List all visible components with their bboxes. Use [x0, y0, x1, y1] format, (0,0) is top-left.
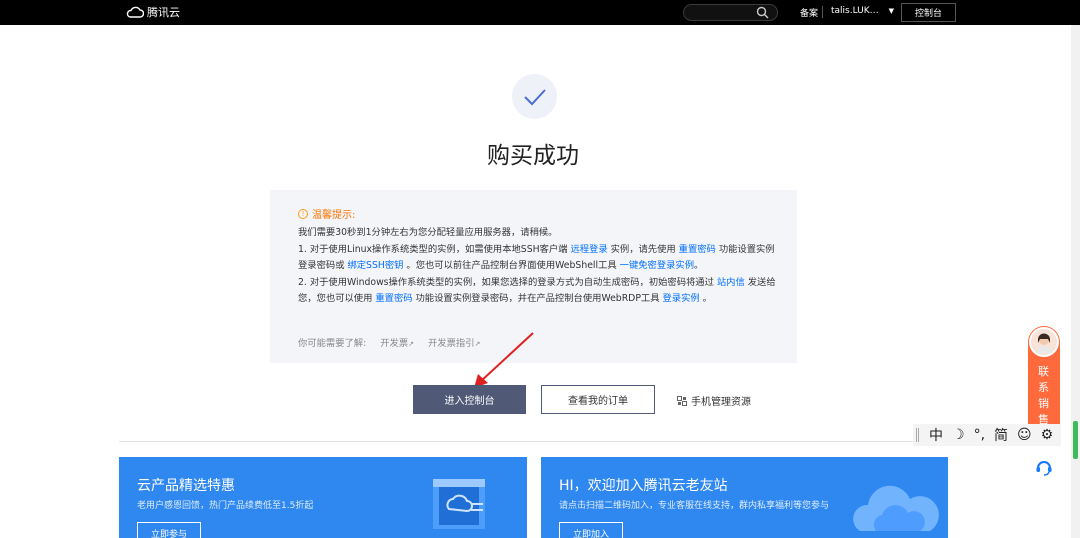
notice-line-1: 我们需要30秒到1分钟左右为您分配轻量应用服务器，请稍候。 [298, 227, 558, 238]
notice-paragraph-1: 1. 对于使用Linux操作系统类型的实例，如需使用本地SSH客户端 远程登录 … [298, 242, 778, 275]
contact-sales-widget[interactable]: 联系销售 [1028, 326, 1060, 426]
banner-title: 云产品精选特惠 [137, 478, 235, 494]
invoice-link-label: 开发票 [380, 338, 409, 349]
enter-console-button[interactable]: 进入控制台 [413, 385, 526, 414]
contact-sales-label: 联系销售 [1038, 365, 1049, 426]
caret-down-icon: ▼ [888, 7, 895, 15]
page-title: 购买成功 [487, 143, 579, 169]
one-click-login-link[interactable]: 一键免密登录实例 [620, 260, 694, 271]
view-orders-button[interactable]: 查看我的订单 [541, 385, 655, 414]
notice-heading-text: 温馨提示: [312, 210, 356, 221]
bind-ssh-key-link[interactable]: 绑定SSH密钥 [347, 260, 403, 271]
section-divider [119, 441, 948, 442]
related-label: 你可能需要了解: [298, 338, 367, 349]
reset-password-link[interactable]: 重置密码 [375, 293, 412, 304]
promo-banner-community[interactable]: HI，欢迎加入腾讯云老友站 请点击扫描二维码加入，专业客服在线支持，群内私享福利… [541, 457, 948, 538]
page-scrollbar[interactable] [1071, 25, 1080, 538]
notice-paragraph-2: 2. 对于使用Windows操作系统类型的实例，如果您选择的登录方式为自动生成密… [298, 275, 778, 308]
brand-name: 腾讯云 [147, 6, 180, 19]
simplified-toggle[interactable]: 简 [994, 425, 1008, 445]
nav-divider [822, 6, 823, 18]
user-name: talis.LUK… [831, 6, 879, 16]
notice-text: 。 [694, 260, 704, 272]
tencent-cloud-logo[interactable]: 腾讯云 [126, 4, 180, 20]
mobile-manage-label: 手机管理资源 [691, 397, 751, 408]
settings-gear-icon[interactable]: ⚙ [1041, 427, 1054, 443]
invoice-link[interactable]: 开发票↗ [380, 335, 414, 349]
join-now-button[interactable]: 立即参与 [137, 522, 201, 538]
server-illustration-icon [433, 479, 485, 529]
emoji-icon[interactable]: ☺ [1017, 427, 1032, 443]
notice-heading: ! 温馨提示: [298, 206, 355, 221]
banner-title: HI，欢迎加入腾讯云老友站 [559, 478, 728, 494]
reset-password-link[interactable]: 重置密码 [679, 244, 716, 255]
warning-icon: ! [298, 208, 308, 219]
ime-mode-chinese[interactable]: 中 [929, 425, 943, 445]
promo-banner-deals[interactable]: 云产品精选特惠 老用户感恩回馈，热门产品续费低至1.5折起 立即参与 [119, 457, 527, 538]
banner-subtitle: 请点击扫描二维码加入，专业客服在线支持，群内私享福利等您参与 [559, 501, 830, 511]
user-menu[interactable]: talis.LUK… ▼ [831, 6, 894, 16]
avatar [1029, 327, 1059, 357]
notice-text: 1. 对于使用Linux操作系统类型的实例，如需使用本地SSH客户端 [298, 243, 571, 255]
site-message-link[interactable]: 站内信 [717, 277, 745, 288]
remote-login-link[interactable]: 远程登录 [570, 244, 607, 255]
search-input[interactable] [683, 4, 778, 21]
top-navbar: 腾讯云 备案 talis.LUK… ▼ 控制台 [0, 0, 1080, 25]
console-button[interactable]: 控制台 [901, 3, 956, 22]
scroll-thumb[interactable] [1073, 421, 1078, 459]
success-check-icon [512, 74, 557, 119]
notice-body: 我们需要30秒到1分钟左右为您分配轻量应用服务器，请稍候。 1. 对于使用Lin… [298, 225, 778, 308]
headset-icon [1036, 461, 1052, 476]
ime-toolbar: 中 ☽ °, 简 ☺ ⚙ [913, 424, 1061, 446]
customer-support-button[interactable] [1028, 451, 1060, 483]
mobile-manage-link[interactable]: 手机管理资源 [677, 393, 751, 408]
punctuation-toggle[interactable]: °, [974, 427, 985, 443]
moon-icon[interactable]: ☽ [952, 427, 965, 443]
notice-text: 。您也可以前往产品控制台界面使用WebShell工具 [403, 260, 620, 272]
annotation-arrow [474, 332, 534, 388]
join-group-button[interactable]: 立即加入 [559, 522, 623, 538]
notice-text: 。 [699, 293, 712, 305]
qrcode-icon [677, 395, 687, 406]
drag-handle-icon[interactable] [916, 428, 919, 442]
notice-text: 2. 对于使用Windows操作系统类型的实例，如果您选择的登录方式为自动生成密… [298, 276, 717, 288]
cloud-illustration-icon [853, 485, 939, 531]
notice-text: 功能设置实例登录密码，并在产品控制台使用WebRDP工具 [412, 293, 663, 305]
search-icon[interactable] [756, 6, 769, 19]
notice-text: 实例，请先使用 [607, 243, 679, 255]
external-link-icon: ↗ [408, 340, 414, 348]
cloud-icon [126, 6, 144, 18]
related-links: 你可能需要了解: 开发票↗ 开发票指引↗ [298, 335, 480, 349]
login-instance-link[interactable]: 登录实例 [662, 293, 699, 304]
banner-subtitle: 老用户感恩回馈，热门产品续费低至1.5折起 [137, 501, 314, 511]
nav-beian[interactable]: 备案 [800, 6, 818, 19]
